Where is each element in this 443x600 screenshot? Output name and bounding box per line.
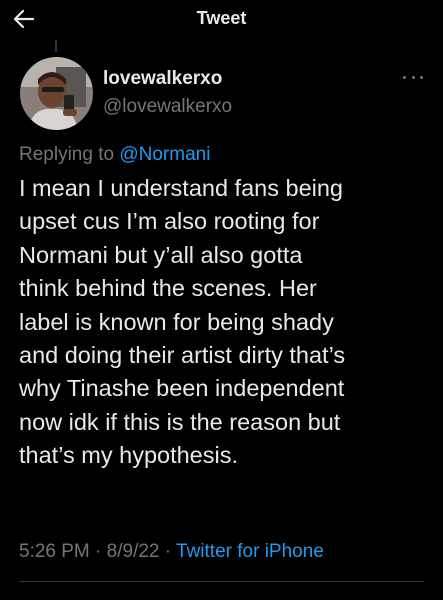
top-bar: Tweet — [0, 0, 443, 38]
divider — [19, 581, 424, 582]
tweet-metadata: 5:26 PM · 8/9/22 · Twitter for iPhone — [19, 541, 324, 563]
tweet-text: I mean I understand fans being upset cus… — [19, 175, 346, 469]
page-title: Tweet — [196, 8, 247, 28]
tweet-source-link[interactable]: Twitter for iPhone — [176, 541, 324, 562]
avatar-photo — [20, 57, 93, 130]
avatar[interactable] — [20, 57, 93, 130]
more-horizontal-icon — [403, 75, 406, 79]
author-handle[interactable]: @lovewalkerxo — [103, 96, 232, 118]
more-options-button[interactable] — [400, 70, 426, 84]
tweet-date[interactable]: 8/9/22 — [107, 541, 160, 562]
replying-to-line: Replying to @Normani — [19, 144, 210, 166]
author-display-name[interactable]: lovewalkerxo — [103, 68, 222, 90]
replying-to-label: Replying to — [19, 144, 120, 165]
meta-separator: · — [159, 541, 177, 562]
replying-to-mention-link[interactable]: @Normani — [119, 144, 210, 165]
thread-connector-line — [55, 40, 57, 52]
more-horizontal-icon — [420, 75, 423, 79]
meta-separator: · — [89, 541, 107, 562]
more-horizontal-icon — [411, 75, 415, 79]
tweet-time[interactable]: 5:26 PM — [19, 541, 90, 562]
